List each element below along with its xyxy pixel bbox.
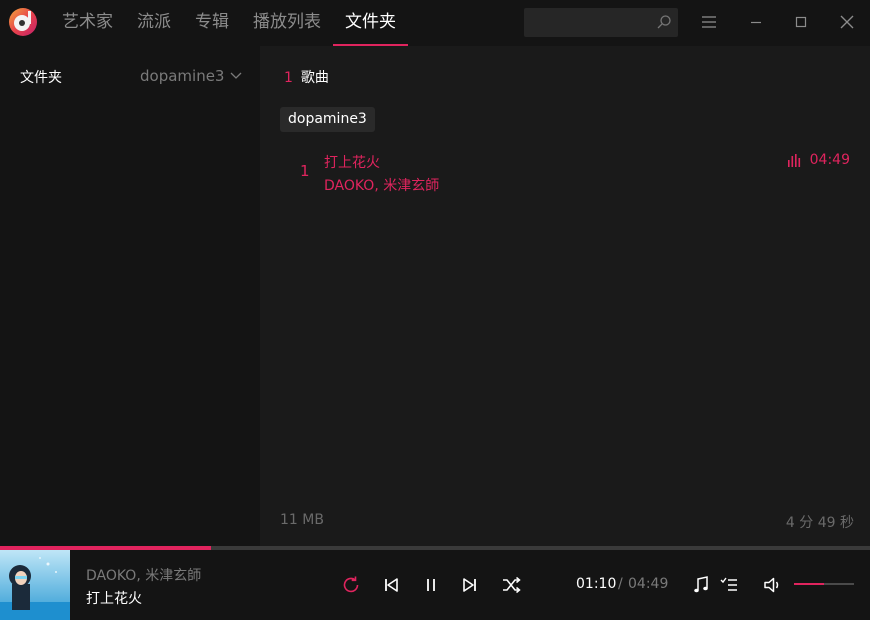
- track-row[interactable]: 1 打上花火 DAOKO, 米津玄師 04:49: [280, 146, 870, 198]
- playlist-icon[interactable]: [719, 574, 741, 596]
- equalizer-icon: [787, 154, 800, 167]
- now-playing-title: 打上花火: [86, 591, 142, 607]
- title-bar: 艺术家 流派 专辑 播放列表 文件夹: [0, 0, 870, 46]
- track-artist: DAOKO, 米津玄師: [324, 178, 440, 194]
- app-logo-icon: [9, 8, 37, 36]
- now-playing-artist: DAOKO, 米津玄師: [86, 568, 202, 584]
- nav-playlists[interactable]: 播放列表: [253, 0, 321, 46]
- search-icon[interactable]: [656, 14, 672, 30]
- main-nav: 艺术家 流派 专辑 播放列表 文件夹: [62, 0, 420, 46]
- search-input[interactable]: [530, 12, 654, 34]
- track-title: 打上花火: [324, 155, 380, 171]
- nav-genres[interactable]: 流派: [137, 0, 171, 46]
- song-count-number: 1: [284, 70, 293, 86]
- menu-icon[interactable]: [699, 12, 719, 32]
- folder-select[interactable]: dopamine3: [140, 67, 243, 85]
- nav-artists[interactable]: 艺术家: [62, 0, 113, 46]
- total-size: 11 MB: [280, 512, 324, 528]
- track-duration-cell: 04:49: [787, 152, 850, 168]
- pause-icon[interactable]: [420, 574, 442, 596]
- repeat-icon[interactable]: [340, 574, 362, 596]
- next-icon[interactable]: [459, 574, 481, 596]
- song-count-label: 歌曲: [300, 70, 329, 86]
- nav-albums[interactable]: 专辑: [195, 0, 229, 46]
- folder-chip[interactable]: dopamine3: [280, 107, 375, 132]
- nav-folders[interactable]: 文件夹: [333, 0, 408, 46]
- shuffle-icon[interactable]: [500, 574, 522, 596]
- previous-icon[interactable]: [380, 574, 402, 596]
- total-duration: 4 分 49 秒: [785, 515, 854, 531]
- sidebar: 文件夹 dopamine3: [0, 46, 260, 546]
- album-cover[interactable]: [0, 550, 70, 620]
- track-duration: 04:49: [809, 152, 850, 168]
- sidebar-label: 文件夹: [20, 70, 62, 86]
- time-separator: /: [618, 576, 623, 592]
- maximize-icon[interactable]: [791, 12, 811, 32]
- volume-slider-fill: [794, 583, 824, 585]
- volume-slider[interactable]: [794, 583, 854, 585]
- main-panel: 1 歌曲 dopamine3 1 打上花火 DAOKO, 米津玄師 04:49 1…: [260, 46, 870, 546]
- player-bar: DAOKO, 米津玄師 打上花火 01:10 / 04:49: [0, 550, 870, 620]
- close-icon[interactable]: [837, 12, 857, 32]
- volume-icon[interactable]: [762, 574, 784, 596]
- music-note-icon[interactable]: [690, 574, 712, 596]
- song-count: 1 歌曲: [284, 67, 329, 87]
- current-time: 01:10: [576, 576, 617, 592]
- minimize-icon[interactable]: [746, 12, 766, 32]
- track-number: 1: [300, 162, 310, 180]
- total-time: 04:49: [628, 576, 669, 592]
- chevron-down-icon: [231, 72, 242, 79]
- folder-select-value: dopamine3: [140, 67, 225, 85]
- search-box: [524, 8, 678, 37]
